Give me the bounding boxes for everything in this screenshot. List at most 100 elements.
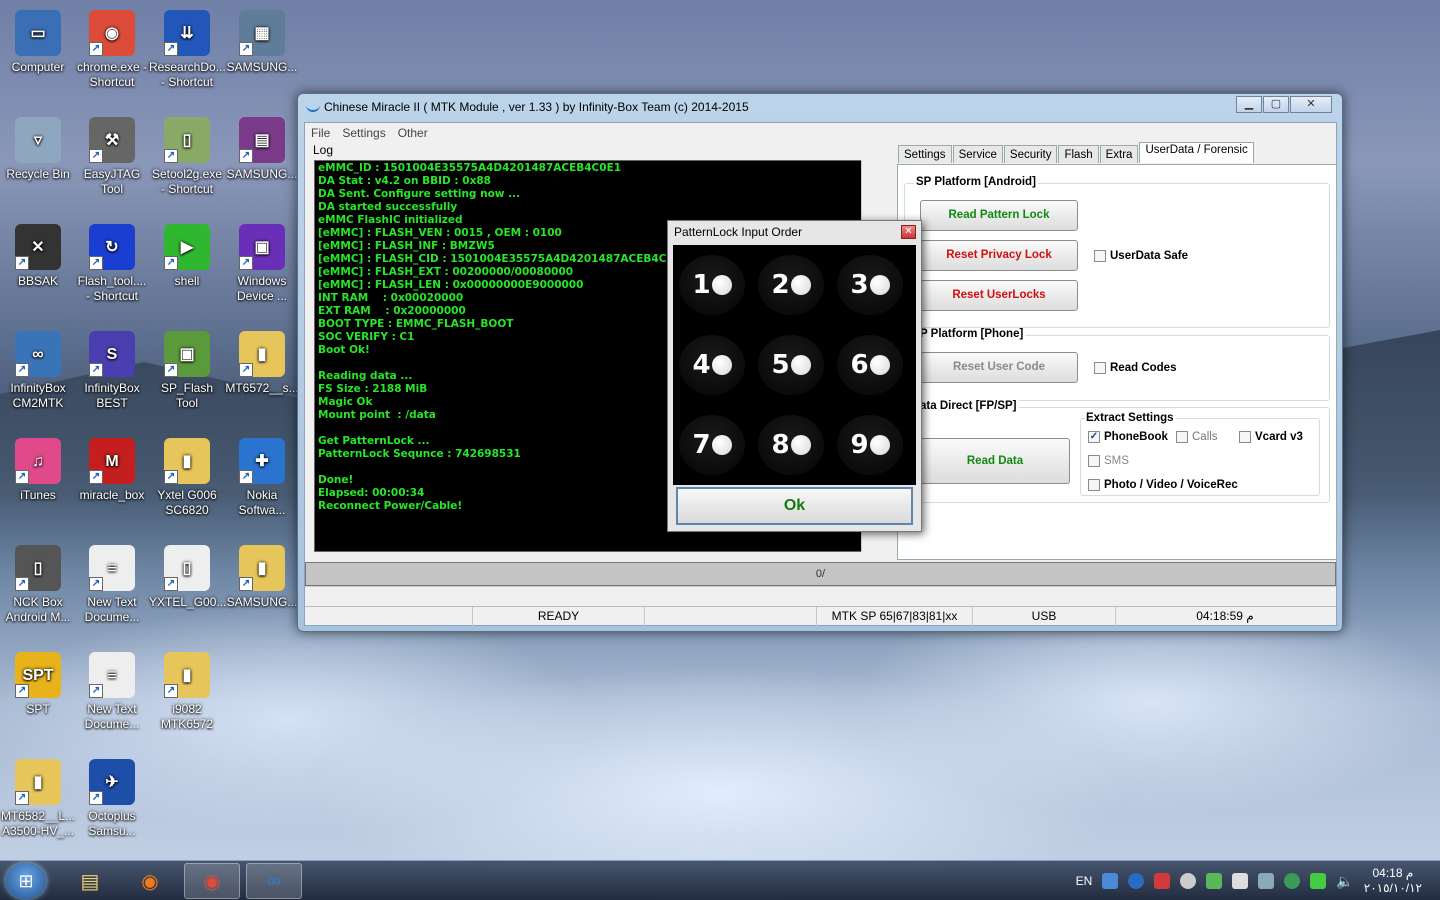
desktop-icon[interactable]: S ↗ InfinityBox BEST (74, 331, 150, 411)
desktop-icon[interactable]: ≡ ↗ New Text Docume... (74, 545, 150, 625)
desktop-icon[interactable]: ▮ ↗ MT6582__L... A3500-HV_... (0, 759, 76, 839)
desktop-icon[interactable]: ✚ ↗ Nokia Softwa... (224, 438, 300, 518)
menu-file[interactable]: File (311, 126, 330, 140)
phonebook-checkbox[interactable]: ✓ PhoneBook (1088, 431, 1168, 443)
shortcut-arrow-icon: ↗ (164, 470, 178, 484)
clock[interactable]: 04:18 م ٢٠١٥/١٠/١٢ (1364, 866, 1422, 896)
desktop-icon[interactable]: ▮ ↗ SAMSUNG... (224, 545, 300, 610)
desktop-icon[interactable]: ▣ ↗ Windows Device ... (224, 224, 300, 304)
log-line: DA started successfully (318, 201, 458, 213)
shield-icon[interactable] (1154, 873, 1171, 889)
tab-settings[interactable]: Settings (898, 145, 952, 163)
desktop-icon[interactable]: ▮ ↗ MT6572__s... (224, 331, 300, 396)
tray-app-icon[interactable] (1258, 873, 1275, 889)
dialog-close-button[interactable]: ✕ (901, 225, 916, 239)
pattern-key-7[interactable]: 7 (679, 415, 745, 475)
shortcut-arrow-icon: ↗ (15, 791, 29, 805)
desktop-icon-label: chrome.exe - Shortcut (76, 60, 148, 89)
desktop-icon[interactable]: ▣ ↗ SP_Flash Tool (149, 331, 225, 411)
tray-app-icon[interactable] (1102, 873, 1119, 889)
pattern-key-3[interactable]: 3 (837, 255, 903, 315)
icon-glyph: ▭ (30, 24, 46, 42)
tray-app-icon[interactable] (1180, 873, 1197, 889)
pattern-dialog[interactable]: PatternLock Input Order ✕ 1 2 3 4 5 6 7 8 9 Ok (667, 220, 922, 532)
pattern-key-4[interactable]: 4 (679, 335, 745, 395)
status-cell-empty-2 (645, 607, 817, 626)
reset-privacy-lock-button[interactable]: Reset Privacy Lock (920, 240, 1078, 271)
log-label: Log (313, 143, 334, 157)
desktop-icon-label: Nokia Softwa... (238, 488, 286, 517)
tray-app-icon[interactable] (1206, 873, 1223, 889)
chrome-taskbar-icon[interactable]: ◉ (184, 863, 240, 899)
userdata-safe-checkbox[interactable]: UserData Safe (1094, 250, 1188, 262)
desktop-icon[interactable]: ✈ ↗ Octoplus Samsu... (74, 759, 150, 839)
tab-service[interactable]: Service (952, 145, 1003, 163)
language-indicator[interactable]: EN (1076, 874, 1093, 888)
read-data-button[interactable]: Read Data (920, 438, 1070, 484)
maximize-button[interactable]: ▢ (1263, 96, 1289, 113)
pattern-key-8[interactable]: 8 (758, 415, 824, 475)
read-codes-checkbox[interactable]: Read Codes (1094, 362, 1176, 374)
desktop-icon[interactable]: ⇊ ↗ ResearchDo... - Shortcut (149, 10, 226, 90)
desktop-icon[interactable]: ▶ ↗ shell (149, 224, 225, 289)
desktop-icon[interactable]: ▭ Computer (0, 10, 76, 75)
desktop-icon[interactable]: ▤ ↗ SAMSUNG... (224, 117, 300, 182)
photo-video-checkbox[interactable]: Photo / Video / VoiceRec (1088, 479, 1238, 491)
tab-extra[interactable]: Extra (1099, 145, 1139, 163)
desktop-icon[interactable]: ♫ ↗ iTunes (0, 438, 76, 503)
desktop-icon[interactable]: ▦ ↗ SAMSUNG... (224, 10, 300, 75)
explorer-taskbar-icon[interactable]: ▤ (62, 863, 118, 899)
start-button[interactable]: ⊞ (6, 863, 46, 899)
desktop-icon[interactable]: ▯ ↗ Setool2g.exe - Shortcut (149, 117, 225, 197)
pattern-key-1[interactable]: 1 (679, 255, 745, 315)
sms-checkbox[interactable]: SMS (1088, 455, 1129, 467)
desktop-icon[interactable]: ▿ Recycle Bin (0, 117, 76, 182)
desktop-icon[interactable]: ▯ ↗ NCK Box Android M... (0, 545, 76, 625)
desktop-icon[interactable]: ▮ ↗ Yxtel G006 SC6820 (149, 438, 225, 518)
reset-userlocks-button[interactable]: Reset UserLocks (920, 280, 1078, 311)
desktop-icon[interactable]: ⚒ ↗ EasyJTAG Tool (74, 117, 150, 197)
desktop-icon[interactable]: ◉ ↗ chrome.exe - Shortcut (74, 10, 150, 90)
tray-app-icon[interactable] (1128, 873, 1145, 889)
desktop-icon[interactable]: SPT ↗ SPT (0, 652, 76, 717)
desktop-icon[interactable]: ≡ ↗ New Text Docume... (74, 652, 150, 732)
menu-settings[interactable]: Settings (342, 126, 385, 140)
reset-user-code-button[interactable]: Reset User Code (920, 352, 1078, 383)
desktop-icon[interactable]: M ↗ miracle_box (74, 438, 150, 503)
pattern-key-5[interactable]: 5 (758, 335, 824, 395)
vcard-checkbox[interactable]: Vcard v3 (1239, 431, 1303, 443)
network-icon[interactable] (1284, 873, 1301, 889)
tab-flash[interactable]: Flash (1058, 145, 1099, 163)
ok-button[interactable]: Ok (676, 487, 913, 525)
desktop-icon-image: ▯ ↗ (164, 545, 210, 591)
pattern-dot-icon (790, 275, 811, 295)
firefox-taskbar-icon[interactable]: ◉ (122, 863, 178, 899)
tray-app-icon[interactable] (1310, 873, 1327, 889)
pattern-dot-icon (869, 355, 890, 375)
shortcut-arrow-icon: ↗ (239, 363, 253, 377)
tab-security[interactable]: Security (1003, 145, 1058, 163)
desktop-icon[interactable]: ✕ ↗ BBSAK (0, 224, 76, 289)
desktop-icon[interactable]: ↻ ↗ Flash_tool.... - Shortcut (74, 224, 150, 304)
desktop-icon[interactable]: ▯ ↗ YXTEL_G00... (149, 545, 226, 610)
desktop-icon-label: i9082 MTK6572 (160, 702, 214, 731)
pattern-key-9[interactable]: 9 (837, 415, 903, 475)
pattern-key-2[interactable]: 2 (758, 255, 824, 315)
mtk-taskbar-icon[interactable]: ∞ (246, 863, 302, 899)
volume-icon[interactable]: 🔈 (1336, 873, 1353, 890)
pattern-key-6[interactable]: 6 (837, 335, 903, 395)
minimize-button[interactable]: ▁ (1236, 96, 1262, 113)
tab-userdata-forensic[interactable]: UserData / Forensic (1139, 142, 1254, 163)
desktop-icon-label: InfinityBox CM2MTK (10, 381, 66, 410)
pattern-key-number: 8 (771, 430, 790, 460)
calls-checkbox[interactable]: Calls (1176, 431, 1218, 443)
desktop-icon-label: Flash_tool.... - Shortcut (77, 274, 147, 303)
read-pattern-lock-button[interactable]: Read Pattern Lock (920, 200, 1078, 231)
desktop-icon[interactable]: ▮ ↗ i9082 MTK6572 (149, 652, 225, 732)
desktop-icon-image: ▣ ↗ (239, 224, 285, 270)
desktop-icon[interactable]: ∞ ↗ InfinityBox CM2MTK (0, 331, 76, 411)
close-button[interactable]: ✕ (1290, 96, 1332, 113)
desktop-icon-image: ∞ ↗ (15, 331, 61, 377)
action-center-icon[interactable] (1232, 873, 1249, 889)
menu-other[interactable]: Other (398, 126, 428, 140)
